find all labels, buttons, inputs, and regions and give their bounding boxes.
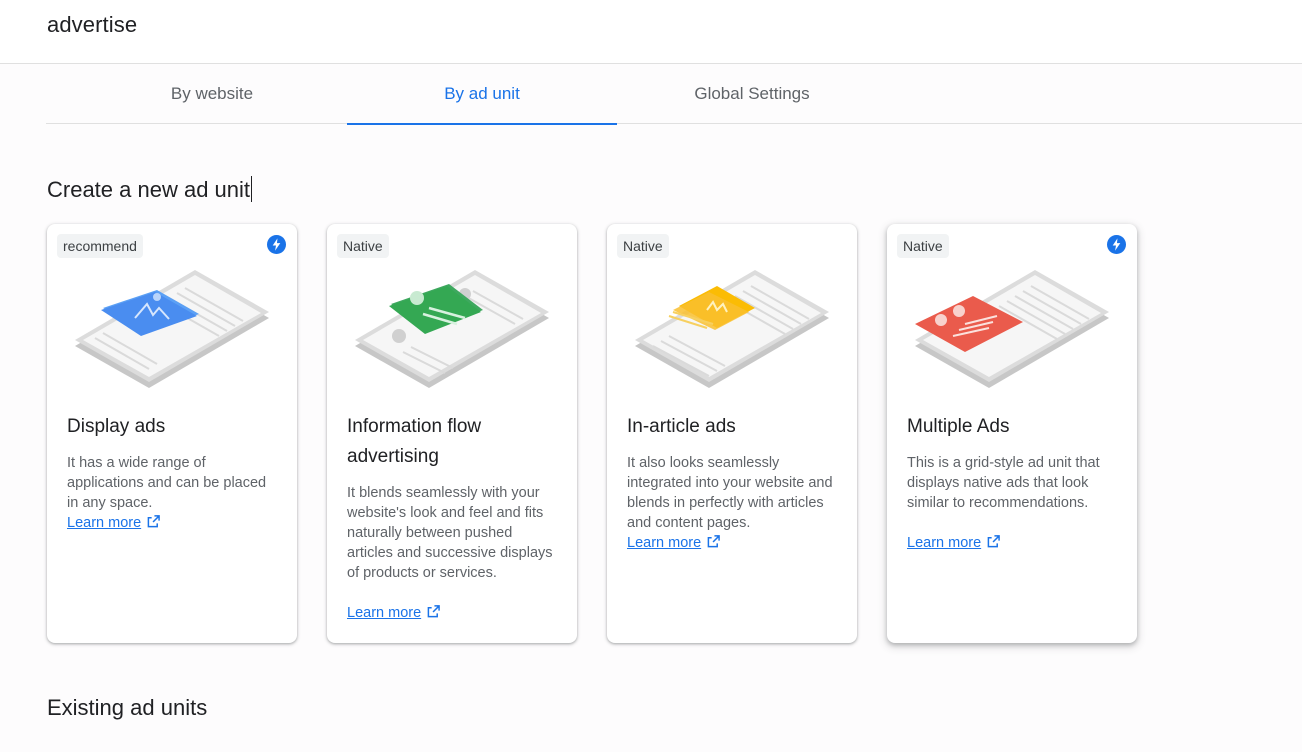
tab-global-settings[interactable]: Global Settings [617, 64, 887, 124]
recommend-badge: recommend [57, 234, 143, 258]
existing-section-title: Existing ad units [47, 695, 208, 720]
tab-by-ad-unit[interactable]: By ad unit [347, 64, 617, 125]
learn-more-link[interactable]: Learn more [907, 533, 1000, 553]
app-title: advertise [47, 12, 138, 37]
card-title: Display ads [67, 416, 166, 437]
card-description: It blends seamlessly with your website's… [347, 485, 553, 581]
card-title: In-article ads [627, 416, 736, 437]
tab-by-website[interactable]: By website [77, 64, 347, 124]
card-in-article-ads[interactable]: Native In-article ads It also looks seam… [607, 224, 857, 643]
external-link-icon [707, 535, 720, 548]
create-section-title: Create a new ad unit [47, 177, 251, 202]
card-multiple-ads[interactable]: Native Multiple Ads This is a grid-style… [887, 224, 1137, 643]
card-information-flow[interactable]: Native Information flow advertising It b… [327, 224, 577, 643]
external-link-icon [987, 535, 1000, 548]
card-title: Information flow advertising [347, 416, 482, 467]
active-tab-indicator [347, 123, 617, 125]
multiple-ads-illustration [915, 270, 1109, 388]
bolt-icon [1107, 235, 1126, 254]
learn-more-link[interactable]: Learn more [627, 533, 720, 553]
text-cursor [251, 176, 253, 202]
external-link-icon [147, 515, 160, 528]
card-title: Multiple Ads [907, 416, 1010, 437]
card-description: It also looks seamlessly integrated into… [627, 455, 833, 531]
native-badge: Native [337, 234, 389, 258]
learn-more-link[interactable]: Learn more [347, 603, 440, 623]
information-flow-illustration [355, 270, 549, 388]
display-ads-illustration [75, 270, 269, 388]
create-section-heading: Create a new ad unit [47, 176, 253, 203]
in-article-illustration [635, 270, 829, 388]
card-display-ads[interactable]: recommend Display ads It has a wide rang… [47, 224, 297, 643]
external-link-icon [427, 605, 440, 618]
learn-more-link[interactable]: Learn more [67, 513, 160, 533]
card-description: It has a wide range of applications and … [67, 455, 267, 511]
learn-more-label: Learn more [627, 535, 702, 551]
card-description: This is a grid-style ad unit that displa… [907, 455, 1100, 511]
tab-label: By ad unit [444, 84, 520, 103]
learn-more-label: Learn more [347, 605, 422, 621]
bolt-icon [267, 235, 286, 254]
learn-more-label: Learn more [907, 535, 982, 551]
learn-more-label: Learn more [67, 515, 142, 531]
top-bar: advertise [0, 0, 1302, 64]
native-badge: Native [617, 234, 669, 258]
native-badge: Native [897, 234, 949, 258]
tab-bar: By website By ad unit Global Settings [46, 64, 1302, 125]
